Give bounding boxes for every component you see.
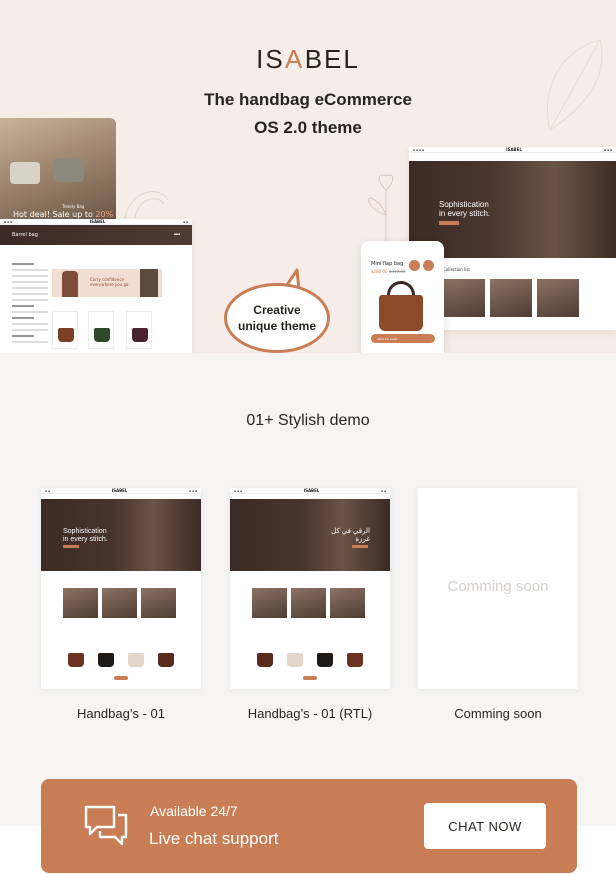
handbag-image bbox=[54, 158, 84, 182]
tagline-line-1: The handbag eCommerce bbox=[204, 90, 412, 109]
arc-decoration-icon bbox=[124, 191, 169, 219]
coming-soon-placeholder: Comming soon bbox=[447, 578, 549, 595]
mini-header: ▪ ▪ ISABEL ▪ ▪ ▪ bbox=[41, 488, 201, 494]
demo-card-coming-soon: Comming soon bbox=[418, 488, 578, 689]
demo-label-handbags-01-rtl[interactable]: Handbag’s - 01 (RTL) bbox=[230, 706, 390, 721]
view-all-button bbox=[303, 676, 317, 680]
product-card bbox=[282, 640, 308, 670]
view-all-button bbox=[114, 676, 128, 680]
chat-bubbles-icon bbox=[84, 805, 128, 846]
banner-title: Barrel bag bbox=[12, 232, 38, 238]
hot-deal-text: Hot deal! Sale up to 20% off bbox=[13, 210, 116, 219]
wishlist-icon bbox=[409, 260, 420, 271]
demo-headline: Sophistication in every stitch. bbox=[63, 528, 108, 543]
creative-theme-bubble: Creative unique theme bbox=[224, 283, 330, 353]
bubble-line-2: unique theme bbox=[237, 319, 316, 333]
logo-text-right: BEL bbox=[304, 44, 360, 74]
product-card bbox=[153, 640, 179, 670]
availability-text: Available 24/7 bbox=[150, 803, 238, 819]
collection-thumbs bbox=[252, 588, 365, 618]
logo-text-left: IS bbox=[256, 44, 285, 74]
live-chat-title: Live chat support bbox=[149, 829, 279, 848]
demo-heading: 01+ Stylish demo bbox=[246, 412, 370, 429]
flower-decoration-icon bbox=[368, 174, 394, 245]
product-title: Mini flap bag bbox=[371, 261, 404, 267]
mini-header: ▪ ▪ ▪ ISABEL ▪ ▪ bbox=[230, 488, 390, 494]
shop-now-button bbox=[439, 221, 459, 225]
product-card bbox=[88, 311, 114, 349]
demo-headline-rtl: الرقي في كل غرزة bbox=[331, 528, 370, 543]
section-title: Collection list bbox=[443, 267, 470, 272]
product-price: $280.00 $310.00 bbox=[371, 269, 406, 274]
hero-section: ISABEL The handbag eCommerce OS 2.0 them… bbox=[0, 0, 616, 353]
hero-headline: Sophistication in every stitch. bbox=[439, 200, 491, 218]
product-card bbox=[52, 311, 78, 349]
product-card bbox=[63, 640, 89, 670]
collection-banner: Barrel bag ▪▪▪ bbox=[0, 225, 192, 245]
mini-header: ▪ ▪ ▪ ▪ ISABEL ▪ ▪ ▪ bbox=[409, 147, 616, 153]
trend-label: Trendy Bag bbox=[62, 204, 85, 209]
compare-icon bbox=[423, 260, 434, 271]
bubble-line-1: Creative bbox=[253, 303, 301, 317]
add-to-cart-button: ADD TO CART bbox=[371, 334, 435, 343]
demo-card-handbags-01-rtl[interactable]: ▪ ▪ ▪ ISABEL ▪ ▪ الرقي في كل غرزة bbox=[230, 488, 390, 689]
handbag-image bbox=[379, 295, 423, 331]
product-card bbox=[342, 640, 368, 670]
product-card bbox=[252, 640, 278, 670]
chat-now-button[interactable]: CHAT NOW bbox=[424, 803, 546, 849]
promo-banner: Carry confidence everywhere you go bbox=[52, 269, 162, 297]
collection-thumbs bbox=[63, 588, 176, 618]
mobile-product-preview: Mini flap bag $280.00 $310.00 ADD TO CAR… bbox=[361, 241, 444, 353]
product-card bbox=[126, 311, 152, 349]
brand-logo[interactable]: ISABEL bbox=[0, 44, 616, 75]
shop-now-button bbox=[63, 545, 79, 548]
live-chat-banner: Available 24/7 Live chat support CHAT NO… bbox=[41, 779, 577, 873]
collection-thumbs bbox=[443, 279, 579, 317]
filter-sidebar bbox=[12, 263, 48, 347]
logo-mark-icon: A bbox=[285, 44, 305, 74]
handbag-image bbox=[10, 162, 40, 184]
demo-card-handbags-01[interactable]: ▪ ▪ ISABEL ▪ ▪ ▪ Sophistication in every s… bbox=[41, 488, 201, 689]
demo-label-handbags-01[interactable]: Handbag’s - 01 bbox=[41, 706, 201, 721]
promo-photo: Trendy Bag Hot deal! Sale up to 20% off bbox=[0, 118, 116, 220]
product-card bbox=[93, 640, 119, 670]
shop-now-button bbox=[352, 545, 368, 548]
product-card bbox=[312, 640, 338, 670]
demo-label-coming-soon: Comming soon bbox=[454, 706, 542, 721]
product-card bbox=[123, 640, 149, 670]
shop-page-preview: ▪ ▪ ▪ ISABEL ▪ ▪ Barrel bag ▪▪▪ Carry confi… bbox=[0, 219, 192, 353]
